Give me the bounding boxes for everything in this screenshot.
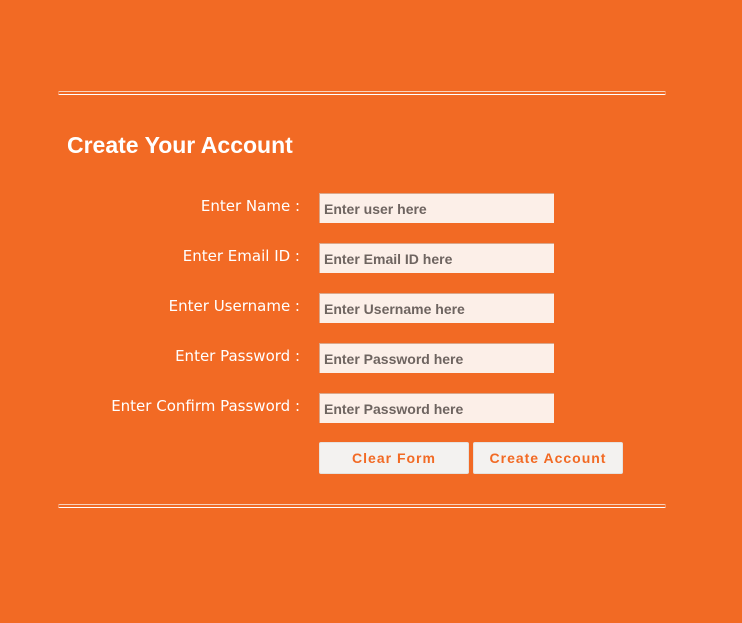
confirm-password-input[interactable] (319, 393, 554, 423)
confirm-password-label: Enter Confirm Password : (111, 397, 300, 415)
email-label: Enter Email ID : (182, 247, 300, 265)
confirm-password-row: Enter Confirm Password : (0, 393, 742, 423)
top-divider (58, 91, 666, 95)
username-row: Enter Username : (0, 293, 742, 323)
clear-form-button[interactable]: Clear Form (319, 442, 469, 474)
username-label: Enter Username : (168, 297, 300, 315)
email-input[interactable] (319, 243, 554, 273)
bottom-divider (58, 504, 666, 508)
name-label: Enter Name : (200, 197, 300, 215)
username-input[interactable] (319, 293, 554, 323)
name-row: Enter Name : (0, 193, 742, 223)
form-title: Create Your Account (67, 132, 293, 158)
password-label: Enter Password : (175, 347, 300, 365)
password-row: Enter Password : (0, 343, 742, 373)
email-row: Enter Email ID : (0, 243, 742, 273)
name-input[interactable] (319, 193, 554, 223)
password-input[interactable] (319, 343, 554, 373)
create-account-button[interactable]: Create Account (473, 442, 623, 474)
